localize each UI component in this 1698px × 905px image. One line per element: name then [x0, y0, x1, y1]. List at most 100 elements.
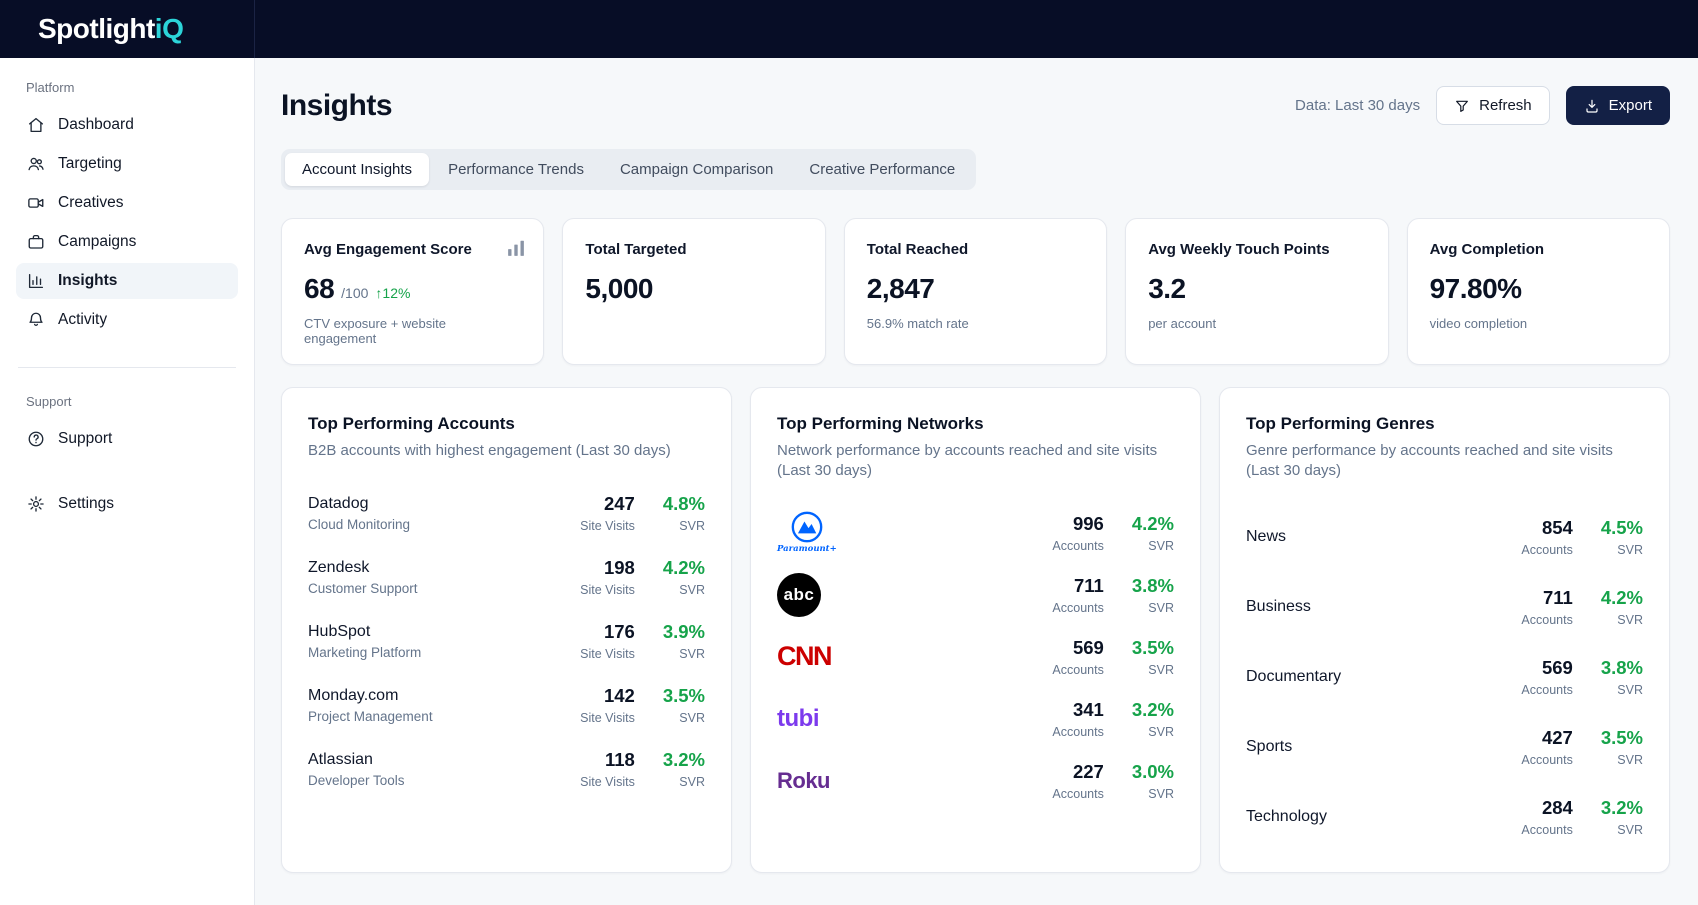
stat-value: 97.80% — [1430, 273, 1522, 305]
accounts-label: Accounts — [1052, 601, 1103, 615]
panel-subtitle: B2B accounts with highest engagement (La… — [308, 441, 705, 461]
genre-row: Sports 427Accounts 3.5%SVR — [1246, 712, 1643, 782]
sidebar-item-activity[interactable]: Activity — [16, 302, 238, 338]
insights-tabs: Account Insights Performance Trends Camp… — [281, 149, 976, 190]
panel-title: Top Performing Genres — [1246, 414, 1643, 434]
panel-top-networks: Top Performing Networks Network performa… — [750, 387, 1201, 873]
svr-value: 3.5% — [1601, 727, 1643, 749]
sidebar-section-platform: Platform — [26, 80, 228, 95]
account-row: HubSpot Marketing Platform 176Site Visit… — [308, 609, 705, 673]
stat-value: 68 — [304, 273, 334, 305]
users-icon — [27, 155, 45, 173]
stat-value: 3.2 — [1148, 273, 1185, 305]
stat-subtitle: 56.9% match rate — [867, 316, 1084, 331]
sidebar-item-targeting[interactable]: Targeting — [16, 146, 238, 182]
accounts-label: Accounts — [1052, 787, 1103, 801]
tab-creative-performance[interactable]: Creative Performance — [792, 153, 972, 186]
genre-row: Documentary 569Accounts 3.8%SVR — [1246, 642, 1643, 712]
accounts-label: Accounts — [1052, 539, 1103, 553]
tubi-logo: tubi — [777, 705, 819, 733]
account-name: Monday.com — [308, 687, 433, 705]
tab-account-insights[interactable]: Account Insights — [285, 153, 429, 186]
svr-value: 4.2% — [663, 557, 705, 579]
tab-performance-trends[interactable]: Performance Trends — [431, 153, 601, 186]
genre-name: News — [1246, 528, 1286, 546]
genre-name: Technology — [1246, 808, 1327, 826]
site-visits-value: 198 — [580, 557, 635, 579]
network-name: Paramount+ — [777, 544, 837, 554]
export-button[interactable]: Export — [1566, 86, 1670, 125]
panel-title: Top Performing Networks — [777, 414, 1174, 434]
page-title: Insights — [281, 89, 392, 123]
stat-title: Total Reached — [867, 241, 1084, 258]
account-name: Datadog — [308, 495, 410, 513]
svr-label: SVR — [1601, 823, 1643, 837]
genre-row: News 854Accounts 4.5%SVR — [1246, 502, 1643, 572]
sidebar-item-label: Creatives — [58, 194, 123, 212]
accounts-label: Accounts — [1521, 823, 1572, 837]
svr-value: 4.5% — [1601, 517, 1643, 539]
account-name: Zendesk — [308, 559, 418, 577]
stat-subtitle: CTV exposure + website engagement — [304, 316, 521, 346]
sidebar-item-insights[interactable]: Insights — [16, 263, 238, 299]
accounts-value: 341 — [1052, 699, 1103, 721]
svr-value: 3.2% — [1132, 699, 1174, 721]
stat-value: 2,847 — [867, 273, 935, 305]
account-row: Atlassian Developer Tools 118Site Visits… — [308, 737, 705, 801]
accounts-value: 996 — [1052, 513, 1103, 535]
panel-subtitle: Network performance by accounts reached … — [777, 441, 1174, 482]
refresh-button-label: Refresh — [1479, 97, 1532, 114]
stat-delta: ↑12% — [375, 285, 410, 301]
svr-label: SVR — [1132, 663, 1174, 677]
stats-row: Avg Engagement Score 68 /100 ↑12% CTV ex… — [281, 218, 1670, 365]
svr-value: 4.2% — [1132, 513, 1174, 535]
sidebar-item-label: Targeting — [58, 155, 122, 173]
stat-card-engagement: Avg Engagement Score 68 /100 ↑12% CTV ex… — [281, 218, 544, 365]
app-logo[interactable]: SpotlightiQ — [0, 0, 255, 58]
accounts-value: 711 — [1052, 575, 1103, 597]
refresh-button[interactable]: Refresh — [1436, 86, 1550, 125]
panel-subtitle: Genre performance by accounts reached an… — [1246, 441, 1643, 482]
svr-value: 3.0% — [1132, 761, 1174, 783]
stat-card-total-targeted: Total Targeted 5,000 — [562, 218, 825, 365]
sidebar-item-campaigns[interactable]: Campaigns — [16, 224, 238, 260]
abc-logo: abc — [777, 573, 821, 617]
stat-subtitle: video completion — [1430, 316, 1647, 331]
sidebar-item-label: Campaigns — [58, 233, 136, 251]
svr-label: SVR — [1132, 725, 1174, 739]
svr-label: SVR — [663, 775, 705, 789]
svr-label: SVR — [1132, 539, 1174, 553]
account-category: Developer Tools — [308, 773, 405, 788]
svr-label: SVR — [1132, 787, 1174, 801]
svr-label: SVR — [1601, 613, 1643, 627]
home-icon — [27, 116, 45, 134]
sidebar-item-dashboard[interactable]: Dashboard — [16, 107, 238, 143]
accounts-value: 569 — [1052, 637, 1103, 659]
sidebar-item-creatives[interactable]: Creatives — [16, 185, 238, 221]
genre-name: Documentary — [1246, 668, 1341, 686]
gear-icon — [27, 495, 45, 513]
panel-top-genres: Top Performing Genres Genre performance … — [1219, 387, 1670, 873]
accounts-value: 711 — [1521, 587, 1572, 609]
svr-value: 3.8% — [1132, 575, 1174, 597]
svr-label: SVR — [1601, 543, 1643, 557]
svr-value: 3.5% — [1132, 637, 1174, 659]
accounts-label: Accounts — [1521, 753, 1572, 767]
video-icon — [27, 194, 45, 212]
svr-label: SVR — [663, 711, 705, 725]
sidebar-item-settings[interactable]: Settings — [16, 486, 238, 522]
header-actions: Data: Last 30 days Refresh Export — [1295, 86, 1670, 125]
tab-campaign-comparison[interactable]: Campaign Comparison — [603, 153, 790, 186]
stat-subtitle: per account — [1148, 316, 1365, 331]
svr-value: 3.5% — [663, 685, 705, 707]
account-name: HubSpot — [308, 623, 421, 641]
sidebar-item-support[interactable]: Support — [16, 421, 238, 457]
accounts-value: 854 — [1521, 517, 1572, 539]
page-header: Insights Data: Last 30 days Refresh Expo… — [281, 86, 1670, 125]
accounts-value: 569 — [1521, 657, 1572, 679]
genre-row: Business 711Accounts 4.2%SVR — [1246, 572, 1643, 642]
sidebar-item-label: Dashboard — [58, 116, 134, 134]
stat-card-avg-completion: Avg Completion 97.80% video completion — [1407, 218, 1670, 365]
panel-title: Top Performing Accounts — [308, 414, 705, 434]
stat-suffix: /100 — [341, 285, 368, 301]
